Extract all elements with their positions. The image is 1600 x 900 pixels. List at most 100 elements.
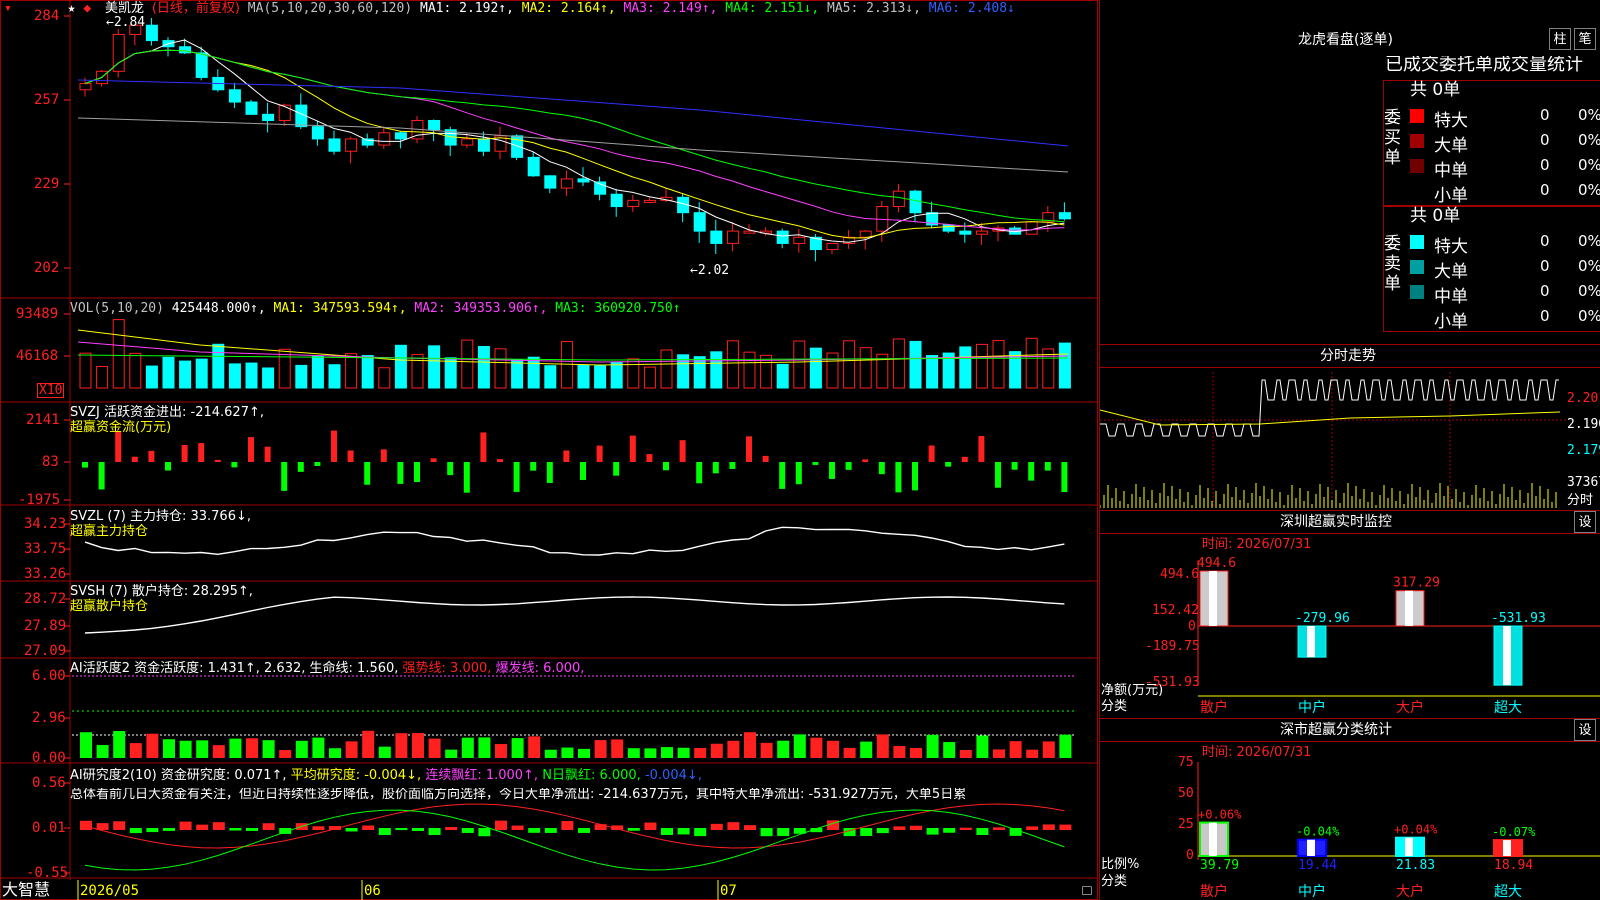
buy-swatch	[1410, 159, 1424, 173]
buy-name: 大单	[1434, 136, 1468, 156]
candle-body	[726, 230, 739, 244]
research-bar	[80, 820, 92, 830]
activity-bar	[246, 738, 258, 758]
flow-bar	[347, 450, 354, 462]
candle-body	[942, 224, 955, 232]
activity-bar	[495, 744, 507, 758]
activity-bar	[395, 733, 408, 758]
activity-bar	[544, 749, 557, 758]
star-icon[interactable]: ★	[68, 1, 76, 16]
volume-bar	[643, 366, 656, 389]
classify-change-label: +0.04%	[1394, 823, 1438, 837]
candle-body	[278, 104, 291, 121]
stock-name[interactable]: 美凯龙	[105, 1, 144, 16]
research-bar	[179, 821, 192, 830]
ai2-title-row: AI研究度2(10) 资金研究度: 0.071↑, 平均研究度: -0.004↓…	[70, 769, 702, 782]
buy-row: 中单 0 0%	[1410, 156, 1600, 181]
flow-bar	[779, 462, 786, 489]
tick-view-button[interactable]: 笔	[1574, 28, 1596, 50]
monitor-value-label: 317.29	[1393, 576, 1440, 591]
ma3-value: MA3: 2.149↑,	[623, 1, 718, 16]
activity-bar	[727, 740, 740, 758]
classify-settings-button[interactable]: 设	[1574, 719, 1596, 741]
candle-body	[859, 230, 872, 238]
volume-bar	[129, 352, 142, 389]
flow-bar	[380, 449, 387, 462]
flow-bar	[613, 462, 620, 476]
volume-bar	[1025, 337, 1038, 389]
sell-vol: 0	[1540, 307, 1550, 325]
candle-body	[959, 230, 972, 235]
volume-bar	[992, 340, 1005, 389]
activity-bar	[661, 747, 673, 758]
main-ytick-2: 229	[34, 176, 60, 192]
research-bar	[96, 823, 109, 830]
volume-bar	[577, 365, 590, 389]
svsh-ytick-1: 27.89	[24, 618, 67, 634]
ai2-ytick-2: -0.55	[26, 865, 69, 881]
svzj-ytick-1: 83	[42, 454, 59, 470]
activity-bar	[1026, 749, 1039, 758]
chart-area[interactable]: ▾ ★ ◆ 美凯龙 (日线，前复权) MA(5,10,20,30,60,120)…	[0, 0, 1098, 900]
column-view-button[interactable]: 柱	[1549, 28, 1571, 50]
buy-pct: 0%	[1578, 131, 1600, 149]
research-bar	[677, 828, 690, 835]
classify-xlabel: 分类	[1101, 874, 1128, 889]
volume-bar	[162, 356, 175, 389]
candle-body	[245, 101, 258, 115]
ai2-ytick-1: 0.01	[32, 820, 66, 836]
sell-row: 特大 0 0%	[1410, 232, 1600, 257]
chart-mode[interactable]: (日线，前复权)	[152, 1, 240, 16]
flow-bar	[629, 435, 636, 462]
flow-bar	[961, 456, 968, 462]
research-bar	[959, 827, 972, 830]
candle-body	[909, 190, 922, 214]
volume-bar	[328, 364, 341, 389]
flow-bar	[712, 462, 719, 474]
activity-bar	[146, 733, 159, 758]
activity-bar	[627, 748, 640, 758]
volume-bar	[79, 352, 92, 389]
research-bar	[943, 828, 956, 833]
volume-bar	[96, 365, 109, 389]
buy-pct: 0%	[1578, 181, 1600, 199]
flow-bar	[331, 430, 337, 462]
flow-bar	[1044, 462, 1051, 471]
flow-bar	[447, 462, 454, 476]
volume-bar	[1058, 342, 1071, 389]
classify-bar-highlight	[1503, 840, 1511, 856]
flow-bar	[978, 435, 985, 462]
activity-bar	[777, 740, 790, 758]
sell-pct: 0%	[1578, 232, 1600, 250]
candle-body	[892, 190, 905, 208]
sell-name: 大单	[1434, 262, 1468, 282]
svsh-label: SVSH (7) 散户持仓: 28.295↑,	[70, 584, 253, 599]
monitor-settings-button[interactable]: 设	[1574, 511, 1596, 533]
ai2-avg: 平均研究度: -0.004↓,	[290, 768, 422, 783]
svsh-ytick-2: 27.09	[24, 643, 67, 659]
activity-bar	[926, 734, 939, 758]
flow-bar	[729, 462, 736, 469]
activity-bar	[860, 741, 873, 758]
research-bar	[710, 823, 723, 830]
high-price-mark: ←2.84	[106, 15, 146, 30]
ai1-burst: 爆发线: 6.000,	[495, 661, 585, 676]
activity-bar	[478, 737, 491, 758]
volume-bar	[859, 347, 872, 389]
xaxis-date-1: 06	[364, 883, 381, 899]
research-bar	[129, 828, 142, 834]
classify-category: 散户	[1200, 883, 1228, 900]
volume-bar	[361, 355, 374, 389]
activity-bar	[677, 747, 690, 758]
chart-canvas[interactable]	[0, 0, 1098, 900]
research-bar	[345, 828, 358, 832]
ma-label: MA(5,10,20,30,60,120)	[247, 1, 413, 16]
svsh-sub: 超赢散户持仓	[70, 599, 149, 614]
activity-bar	[378, 746, 391, 758]
volume-bar	[627, 358, 640, 389]
volume-bar	[428, 345, 441, 389]
monitor-ylabel: 净额(万元)	[1101, 683, 1164, 698]
flow-bar	[878, 462, 885, 475]
candle-body	[693, 212, 706, 232]
candle-body	[710, 230, 723, 244]
